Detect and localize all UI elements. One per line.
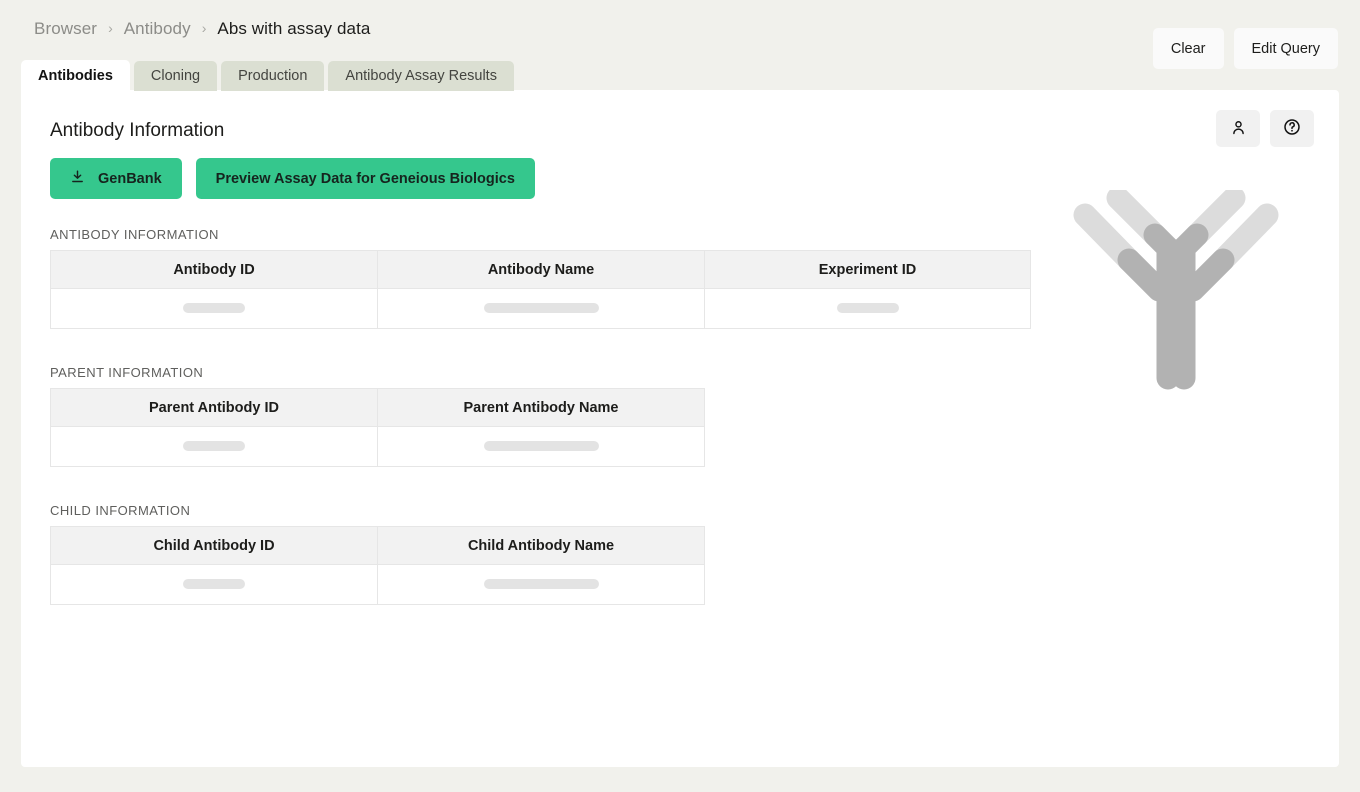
section-child-information: CHILD INFORMATION Child Antibody ID Chil… — [50, 503, 705, 605]
cell-child-antibody-name — [377, 564, 705, 605]
loading-placeholder — [183, 303, 245, 314]
tab-cloning[interactable]: Cloning — [133, 61, 218, 91]
column-header-parent-antibody-name: Parent Antibody Name — [377, 388, 705, 427]
edit-query-button[interactable]: Edit Query — [1233, 28, 1338, 69]
top-bar: Browser › Antibody › Abs with assay data… — [0, 0, 1360, 69]
user-button[interactable] — [1216, 110, 1260, 147]
column-header-child-antibody-name: Child Antibody Name — [377, 526, 705, 565]
breadcrumb-item-current: Abs with assay data — [217, 19, 371, 38]
tab-antibody-assay-results[interactable]: Antibody Assay Results — [328, 61, 514, 91]
breadcrumb-item-antibody[interactable]: Antibody — [124, 19, 191, 39]
page-title: Antibody Information — [50, 120, 225, 141]
table-header-row: Antibody ID Antibody Name Experiment ID — [50, 250, 1031, 289]
genbank-button-label: GenBank — [98, 170, 162, 187]
parent-information-table: Parent Antibody ID Parent Antibody Name — [50, 388, 705, 467]
table-header-row: Child Antibody ID Child Antibody Name — [50, 526, 705, 565]
child-information-table: Child Antibody ID Child Antibody Name — [50, 526, 705, 605]
breadcrumb-item-browser[interactable]: Browser — [34, 19, 97, 39]
antibody-illustration — [1071, 186, 1281, 400]
clear-button[interactable]: Clear — [1152, 28, 1224, 69]
column-header-antibody-id: Antibody ID — [50, 250, 378, 289]
help-circle-icon — [1283, 118, 1301, 139]
tab-production[interactable]: Production — [221, 61, 325, 91]
column-header-parent-antibody-id: Parent Antibody ID — [50, 388, 378, 427]
breadcrumb: Browser › Antibody › Abs with assay data — [34, 19, 370, 39]
tab-bar: Antibodies Cloning Production Antibody A… — [21, 60, 514, 91]
main-panel: Antibody Information GenBank Preview Ass… — [21, 90, 1339, 767]
action-buttons: GenBank Preview Assay Data for Geneious … — [50, 158, 535, 199]
antibody-information-table: Antibody ID Antibody Name Experiment ID — [50, 250, 1031, 329]
breadcrumb-separator-icon: › — [108, 20, 113, 36]
help-button[interactable] — [1270, 110, 1314, 147]
cell-antibody-id — [50, 288, 378, 329]
cell-experiment-id — [704, 288, 1031, 329]
section-parent-information: PARENT INFORMATION Parent Antibody ID Pa… — [50, 365, 705, 467]
column-header-antibody-name: Antibody Name — [377, 250, 705, 289]
cell-antibody-name — [377, 288, 705, 329]
loading-placeholder — [483, 441, 599, 452]
column-header-child-antibody-id: Child Antibody ID — [50, 526, 378, 565]
table-header-row: Parent Antibody ID Parent Antibody Name — [50, 388, 705, 427]
genbank-button[interactable]: GenBank — [50, 158, 182, 199]
section-label: PARENT INFORMATION — [50, 365, 204, 380]
loading-placeholder — [183, 579, 245, 590]
loading-placeholder — [483, 579, 599, 590]
download-icon — [70, 169, 85, 188]
cell-parent-antibody-name — [377, 426, 705, 467]
user-icon — [1230, 119, 1247, 139]
breadcrumb-separator-icon: › — [201, 20, 207, 36]
column-header-experiment-id: Experiment ID — [704, 250, 1031, 289]
table-row[interactable] — [50, 288, 1031, 329]
table-row[interactable] — [50, 564, 705, 605]
section-label: ANTIBODY INFORMATION — [50, 227, 219, 242]
preview-assay-data-button[interactable]: Preview Assay Data for Geneious Biologic… — [195, 158, 535, 199]
antibody-y-icon — [1073, 186, 1279, 390]
cell-parent-antibody-id — [50, 426, 378, 467]
section-label: CHILD INFORMATION — [50, 503, 191, 518]
cell-child-antibody-id — [50, 564, 378, 605]
loading-placeholder — [183, 441, 245, 452]
table-row[interactable] — [50, 426, 705, 467]
loading-placeholder — [836, 303, 899, 314]
panel-icon-buttons — [1216, 110, 1314, 147]
tab-antibodies[interactable]: Antibodies — [21, 60, 130, 91]
loading-placeholder — [483, 303, 599, 314]
section-antibody-information: ANTIBODY INFORMATION Antibody ID Antibod… — [50, 227, 1031, 329]
topbar-actions: Clear Edit Query — [1152, 28, 1338, 69]
